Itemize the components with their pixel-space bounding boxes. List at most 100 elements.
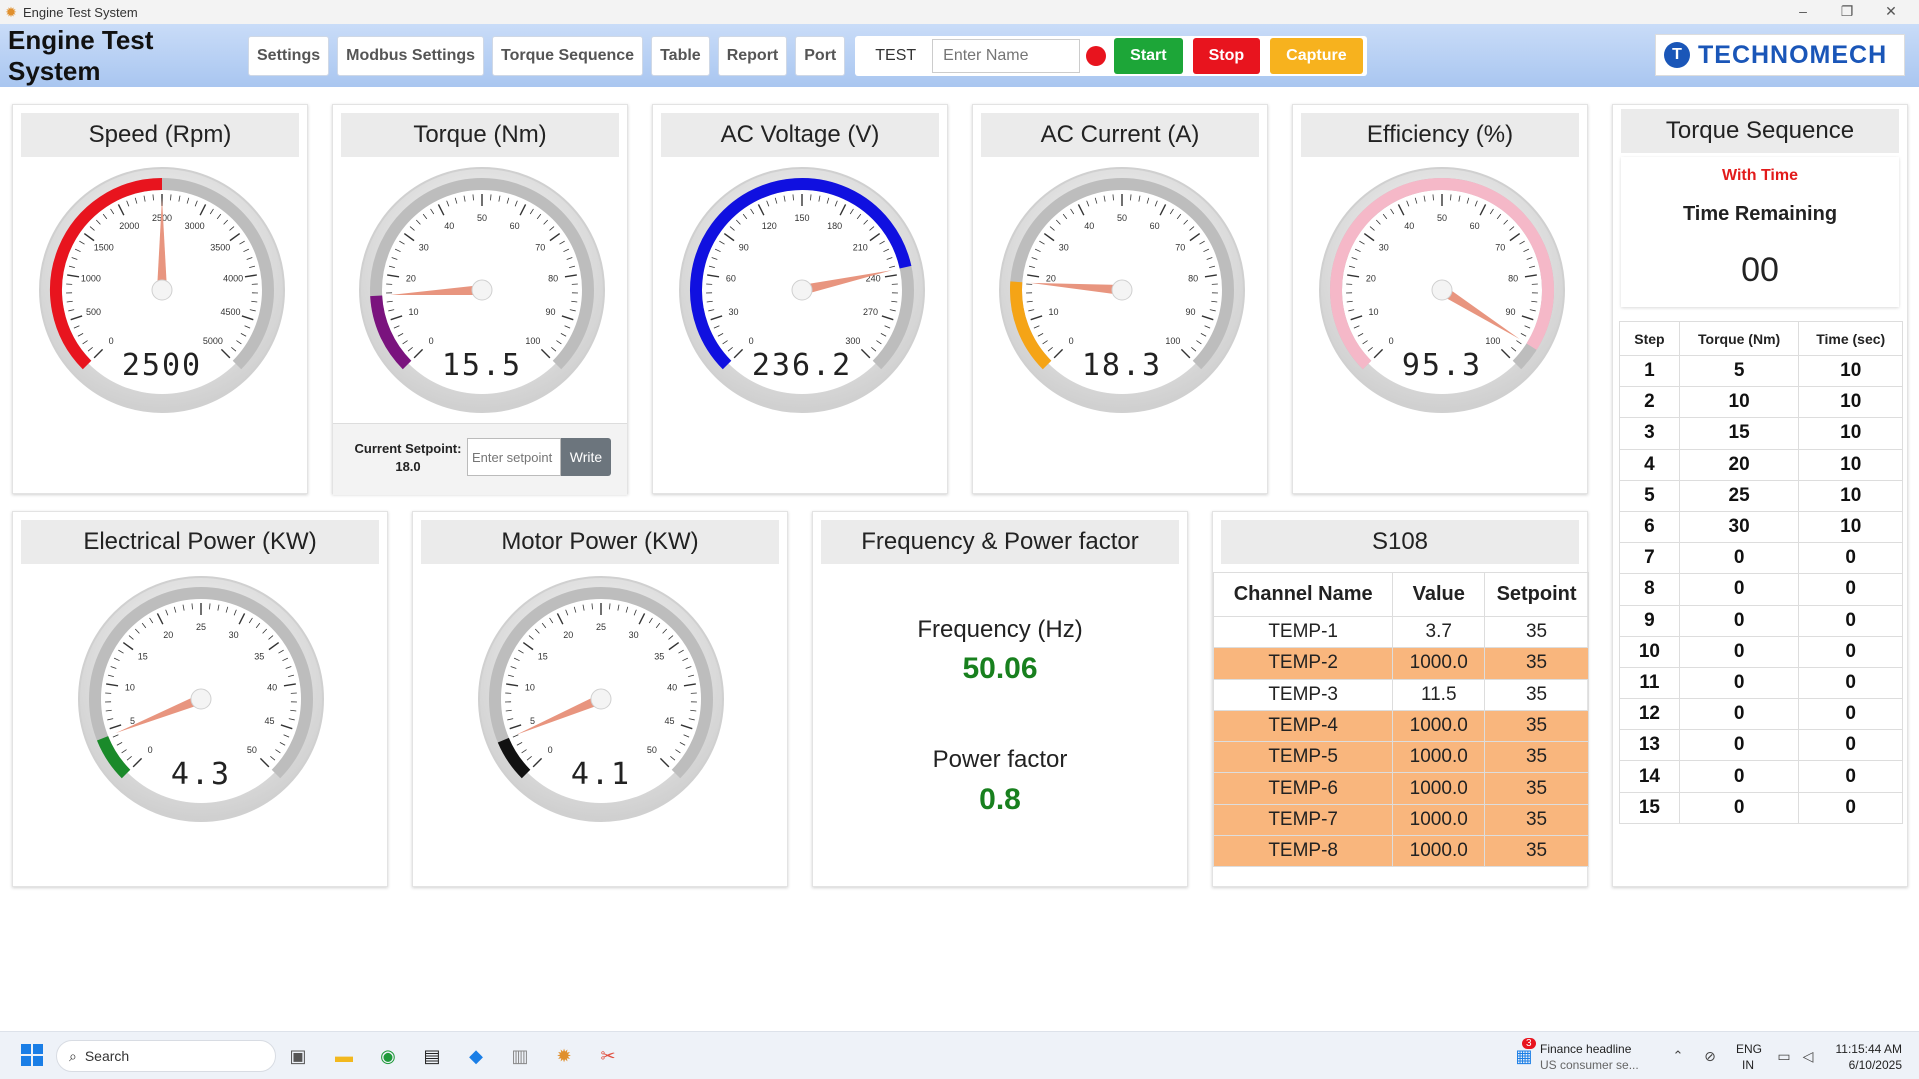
engine-app-icon[interactable]: ✹	[552, 1044, 576, 1068]
gauge-hub	[1111, 279, 1133, 301]
gauge-tick-label: 50	[247, 745, 257, 755]
gauge-minor-tick	[1112, 194, 1114, 201]
speed-gauge-panel: Speed (Rpm) 0 500 1000 1500 2000 2500 3000 3500…	[12, 104, 308, 494]
gauge-tick-label: 0	[548, 745, 553, 755]
power-factor-label: Power factor	[932, 746, 1068, 773]
maximize-button[interactable]: ❐	[1825, 0, 1869, 24]
gauge-tick-label: 10	[1049, 307, 1059, 317]
sequence-cell-step: 11	[1619, 666, 1680, 700]
clock-time[interactable]: 11:15:44 AM	[1832, 1042, 1903, 1056]
sequence-cell-time: 0	[1798, 604, 1903, 637]
task-view-icon[interactable]: ▣	[286, 1044, 310, 1068]
app-gear-icon: ✹	[5, 4, 17, 20]
frequency-value: 50.06	[962, 652, 1038, 685]
stop-button[interactable]: Stop	[1192, 37, 1261, 74]
sequence-cell-time: 0	[1798, 635, 1903, 668]
gauge-tick-label: 5000	[203, 336, 223, 346]
search-icon: ⌕	[69, 1047, 77, 1064]
gauge-hub	[471, 279, 493, 301]
snipping-tool-icon[interactable]: ✂	[596, 1044, 620, 1068]
sequence-cell-step: 5	[1619, 479, 1680, 512]
nav-torque-sequence-button[interactable]: Torque Sequence	[492, 35, 644, 76]
gauge-tick-label: 30	[1059, 243, 1069, 253]
capture-button[interactable]: Capture	[1270, 37, 1363, 74]
gauge-digital-value: 95.3	[1402, 348, 1482, 383]
gauge-tick-label: 20	[406, 274, 416, 284]
table-row: 5 25 10	[1619, 479, 1903, 512]
test-name-input[interactable]	[932, 38, 1081, 73]
speaker-muted-icon[interactable]: ◁	[1796, 1044, 1820, 1068]
current-setpoint-value: 18.0	[395, 459, 421, 474]
network-icon[interactable]: ⊘	[1698, 1044, 1722, 1068]
s108-cell-value: 1000.0	[1392, 741, 1486, 774]
sequence-cell-step: 14	[1619, 760, 1680, 793]
sequence-cell-time: 0	[1798, 791, 1903, 824]
sequence-cell-time: 10	[1798, 386, 1903, 419]
ac-voltage-gauge: 0306090120150180210240270300236.2	[679, 167, 925, 413]
gauge-tick-label: 30	[1379, 243, 1389, 253]
nav-report-button[interactable]: Report	[717, 35, 788, 76]
steps-col-time: Time (sec)	[1798, 321, 1903, 356]
setpoint-row: Current Setpoint: 18.0 Write	[333, 423, 627, 495]
ac-voltage-gauge-panel: AC Voltage (V) 0 30 60 90 120 150 180 210 240 270…	[652, 104, 948, 494]
gauge-minor-tick	[1450, 194, 1452, 201]
current-setpoint-label: Current Setpoint:	[354, 441, 462, 456]
display-icon[interactable]: ▭	[1772, 1044, 1796, 1068]
nav-settings-button[interactable]: Settings	[248, 35, 330, 76]
setpoint-input[interactable]	[467, 438, 561, 476]
table-row: TEMP-5 1000.0 35	[1212, 741, 1589, 774]
torque-sequence-table-body: 1 5 10 2 10 10 3 15 10 4 20 10 5 25 10 6 30 10 7 0 0 8 0 0 9 0 0 10…	[1619, 354, 1903, 824]
gauge-tick-label: 3000	[185, 221, 205, 231]
gauge-hub	[791, 279, 813, 301]
gauge-tick-label: 2000	[119, 221, 139, 231]
steps-col-step: Step	[1619, 321, 1680, 356]
s108-cell-name: TEMP-6	[1212, 772, 1394, 805]
s108-table: Channel Name Value Setpoint TEMP-1 3.7 35 T…	[1212, 572, 1589, 868]
taskbar-search[interactable]: ⌕ Search	[56, 1040, 276, 1072]
torque-gauge-panel: Torque (Nm) 0 10 20 30 40 50 60 70 80 90 100 15.5 C…	[332, 104, 628, 495]
file-explorer-icon[interactable]: ▬	[332, 1044, 356, 1068]
gauge-tick-label: 270	[863, 307, 878, 317]
sequence-cell-torque: 5	[1678, 354, 1800, 388]
speed-gauge-title: Speed (Rpm)	[21, 113, 299, 157]
database-icon[interactable]: ▥	[508, 1044, 532, 1068]
gauge-tick-label: 45	[664, 716, 674, 726]
start-menu-icon[interactable]	[20, 1044, 44, 1068]
s108-col-channel-name: Channel Name	[1212, 572, 1394, 617]
s108-cell-value: 1000.0	[1392, 709, 1486, 743]
minimize-button[interactable]: –	[1781, 0, 1825, 24]
s108-cell-name: TEMP-8	[1212, 835, 1394, 868]
s108-cell-value: 3.7	[1392, 615, 1486, 649]
s108-cell-name: TEMP-1	[1212, 615, 1394, 649]
gauge-hub	[1431, 279, 1453, 301]
sequence-cell-torque: 30	[1678, 510, 1800, 544]
close-button[interactable]: ✕	[1869, 0, 1913, 24]
start-button[interactable]: Start	[1114, 37, 1183, 74]
chevron-up-icon[interactable]: ⌃	[1666, 1044, 1690, 1068]
gauge-tick-label: 45	[264, 716, 274, 726]
nav-port-button[interactable]: Port	[795, 35, 846, 76]
gauge-tick-label: 180	[827, 221, 842, 231]
write-setpoint-button[interactable]: Write	[561, 438, 611, 476]
gauge-tick-label: 30	[229, 630, 239, 640]
vscode-icon[interactable]: ◆	[464, 1044, 488, 1068]
gauge-tick-label: 50	[477, 213, 487, 223]
sequence-cell-torque: 10	[1678, 386, 1800, 419]
language-indicator[interactable]: ENG	[1736, 1042, 1762, 1056]
gauge-minor-tick	[1130, 194, 1132, 201]
table-row: 14 0 0	[1619, 760, 1903, 793]
chrome-icon[interactable]: ◉	[376, 1044, 400, 1068]
nav-table-button[interactable]: Table	[651, 35, 710, 76]
news-headline[interactable]: Finance headline	[1540, 1042, 1631, 1056]
sequence-mode-label: With Time	[1721, 167, 1798, 184]
terminal-icon[interactable]: ▤	[420, 1044, 444, 1068]
table-row: 15 0 0	[1619, 791, 1903, 824]
table-row: TEMP-1 3.7 35	[1212, 615, 1589, 649]
efficiency-gauge-panel: Efficiency (%) 0 10 20 30 40 50 60 70 80 90 100 95.…	[1292, 104, 1588, 494]
gauge-tick-label: 20	[563, 630, 573, 640]
gauge-digital-value: 4.3	[171, 757, 231, 792]
nav-modbus-settings-button[interactable]: Modbus Settings	[337, 35, 485, 76]
gauge-tick-label: 60	[1150, 221, 1160, 231]
sequence-cell-step: 13	[1619, 729, 1680, 762]
table-row: 700	[1619, 542, 1903, 575]
